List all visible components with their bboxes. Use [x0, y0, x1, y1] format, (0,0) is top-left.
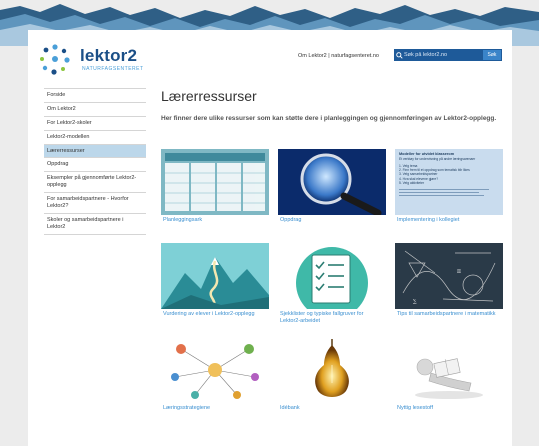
svg-text:π: π [457, 268, 461, 275]
card-label: Tips til samarbeidspartnere i matematikk [397, 311, 496, 317]
link-separator: | [328, 53, 330, 59]
card-implementering[interactable]: Modeller for utvidet klasserom Et verktø… [395, 149, 503, 232]
sidebar-item-om-lektor2[interactable]: Om Lektor2 [44, 103, 146, 117]
lightbulb-pear-image [278, 337, 386, 403]
link-naturfagsenteret[interactable]: naturfagsenteret.no [331, 53, 379, 59]
mountain-path-image [161, 243, 269, 309]
checklist-image [278, 243, 386, 309]
card-label: Sjekklister og typiske fallgruver for Le… [280, 311, 364, 324]
sidebar-item-laererressurser[interactable]: Lærerressurser [44, 144, 146, 159]
reading-figure-image [395, 337, 503, 403]
planning-sheet-image [161, 149, 269, 215]
doc-step: 5. Velg aktiviteter [399, 181, 425, 186]
sidebar-item-forside[interactable]: Forside [44, 88, 146, 103]
main-content: Lærerressurser Her finner dere ulike res… [161, 88, 506, 123]
card-label: Implementering i kollegiet [397, 217, 460, 223]
top-links: Om Lektor2 | naturfagsenteret.no [298, 53, 379, 59]
card-label: Vurdering av elever i Lektor2-opplegg [163, 311, 255, 317]
card-label: Læringsstrategiene [163, 405, 211, 411]
sidebar-item-oppdrag[interactable]: Oppdrag [44, 158, 146, 173]
card-idebank[interactable]: Idébank [278, 337, 386, 420]
mindmap-image [161, 337, 269, 403]
sidebar-item-eksempler[interactable]: Eksempler på gjennomførte Lektor2-oppleg… [44, 172, 146, 193]
card-sjekklister[interactable]: Sjekklister og typiske fallgruver for Le… [278, 243, 386, 326]
doc-subheading: Et verktøy for undervisning på andre lær… [399, 157, 476, 162]
magnifying-glass-image [278, 149, 386, 215]
logo-subtitle: NATURFAGSENTERET [82, 66, 144, 72]
sidebar-item-for-lektor2-skoler[interactable]: For Lektor2-skoler [44, 117, 146, 131]
page-title: Lærerressurser [161, 88, 257, 104]
math-board-image: π ∑ [395, 243, 503, 309]
card-tips-matematikk[interactable]: π ∑ Tips til samarbeidspartnere i matema… [395, 243, 503, 326]
search-icon [394, 49, 404, 61]
svg-text:∑: ∑ [413, 299, 417, 305]
page-container: lektor2 NATURFAGSENTERET Om Lektor2 | na… [28, 30, 512, 446]
site-logo[interactable]: lektor2 NATURFAGSENTERET [38, 42, 148, 76]
page-intro: Her finner dere ulike ressurser som kan … [161, 115, 497, 122]
card-nyttig-lesestoff[interactable]: Nyttig lesestoff [395, 337, 503, 420]
sidebar-nav: Forside Om Lektor2 For Lektor2-skoler Le… [44, 88, 146, 235]
search-button[interactable]: Søk [483, 50, 501, 60]
logo-dots-icon [40, 44, 70, 75]
card-laeringsstrategiene[interactable]: Læringsstrategiene [161, 337, 269, 420]
card-label: Planleggingsark [163, 217, 203, 223]
card-oppdrag[interactable]: Oppdrag [278, 149, 386, 232]
card-planleggingsark[interactable]: Planleggingsark [161, 149, 269, 232]
search-input[interactable] [404, 49, 483, 61]
card-vurdering[interactable]: Vurdering av elever i Lektor2-opplegg [161, 243, 269, 326]
sidebar-item-lektor2-modellen[interactable]: Lektor2-modellen [44, 131, 146, 145]
sidebar-item-samarbeidspartnere[interactable]: For samarbeidspartnere - Hvorfor Lektor2… [44, 193, 146, 214]
link-om-lektor2[interactable]: Om Lektor2 [298, 53, 327, 59]
search-bar: Søk [394, 49, 502, 61]
sidebar-item-skoler-og-samarbeidspartnere[interactable]: Skoler og samarbeidspartnere i Lektor2 [44, 214, 146, 235]
document-thumbnail: Modeller for utvidet klasserom Et verktø… [395, 149, 503, 215]
card-label: Nyttig lesestoff [397, 405, 433, 411]
card-label: Oppdrag [280, 217, 302, 223]
card-label: Idébank [280, 405, 300, 411]
logo-wordmark: lektor2 [80, 46, 138, 65]
